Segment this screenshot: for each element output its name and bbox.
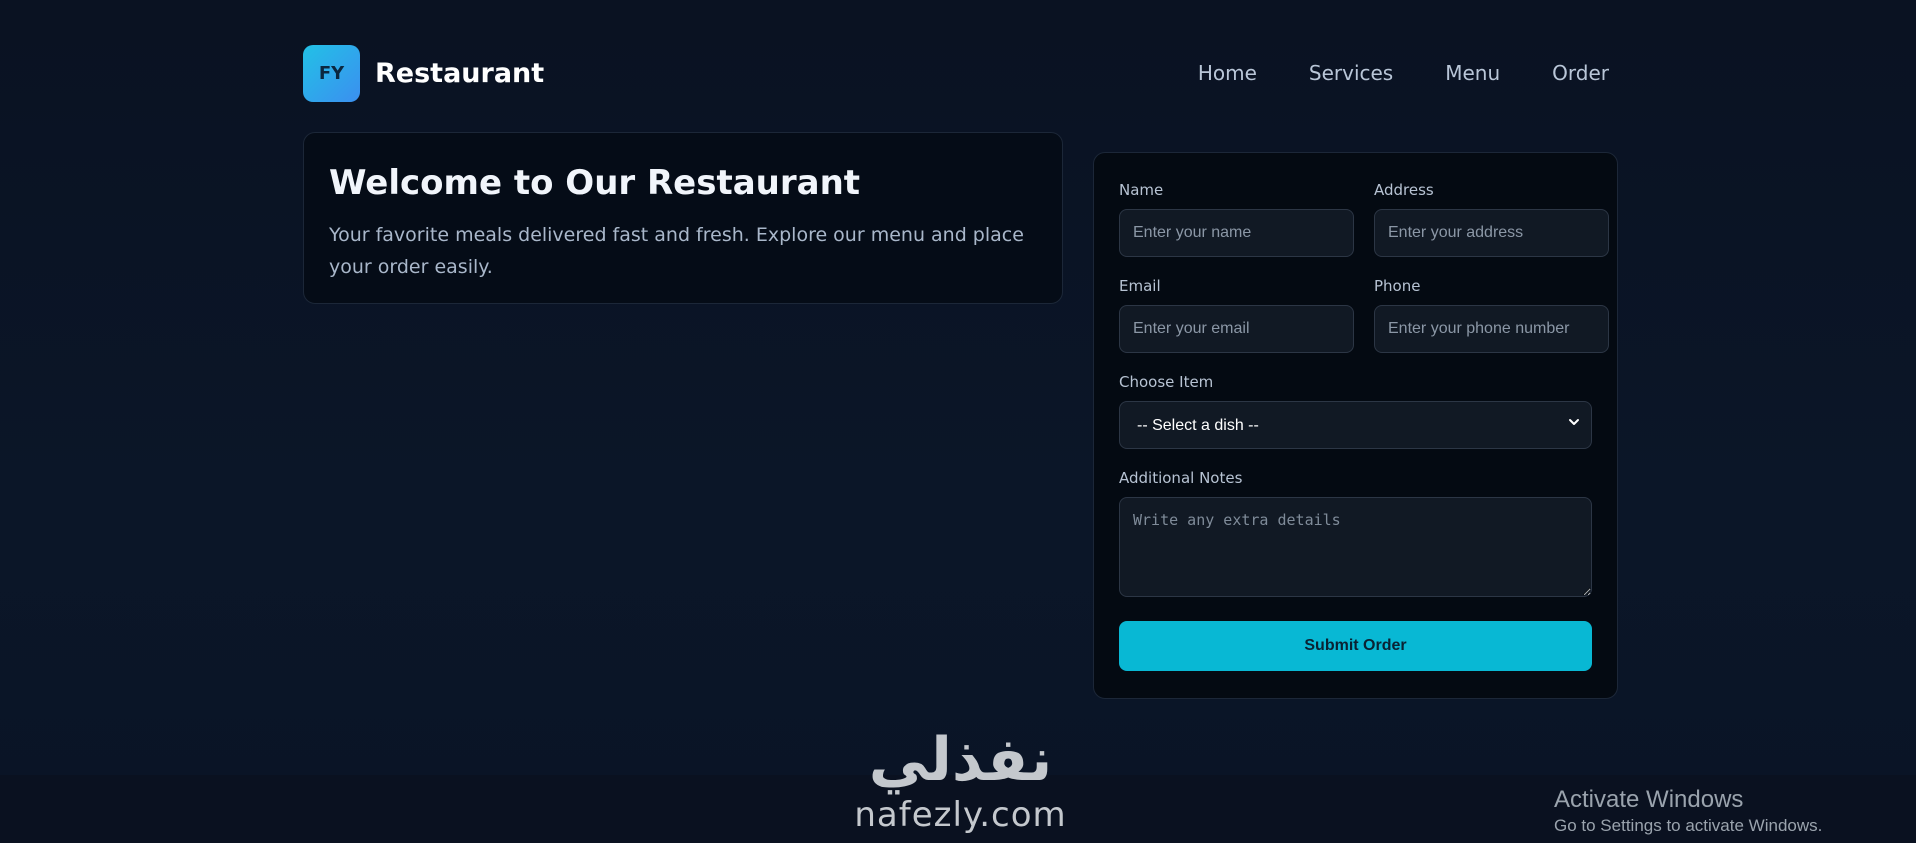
email-input[interactable] — [1119, 305, 1354, 353]
order-form: Name Address Email Phone Choose Item -- … — [1093, 152, 1618, 699]
submit-order-button[interactable]: Submit Order — [1119, 621, 1592, 671]
welcome-text: Your favorite meals delivered fast and f… — [329, 224, 1024, 278]
phone-field-group: Phone — [1374, 277, 1609, 353]
name-input[interactable] — [1119, 209, 1354, 257]
nav-menu-link[interactable]: Menu — [1445, 61, 1500, 85]
email-field-group: Email — [1119, 277, 1354, 353]
brand[interactable]: FY Restaurant — [303, 44, 545, 102]
notes-label: Additional Notes — [1119, 469, 1243, 487]
dish-select[interactable]: -- Select a dish -- — [1119, 401, 1592, 449]
watermark-arabic: نفذلي — [868, 725, 1053, 795]
activate-title: Activate Windows — [1554, 786, 1744, 813]
nafezly-watermark: نفذلي nafezly.com — [848, 725, 1073, 843]
address-label: Address — [1374, 181, 1434, 199]
item-label: Choose Item — [1119, 373, 1214, 391]
nav-services-link[interactable]: Services — [1309, 61, 1393, 85]
welcome-card: Welcome to Our Restaurant Your favorite … — [303, 132, 1063, 304]
site-header: FY Restaurant Home Services Menu Order — [303, 44, 1621, 102]
form-row-email-phone: Email Phone — [1119, 277, 1609, 353]
name-label: Name — [1119, 181, 1164, 199]
address-input[interactable] — [1374, 209, 1609, 257]
windows-activation-notice: Activate Windows Go to Settings to activ… — [1554, 785, 1822, 837]
nav-order-link[interactable]: Order — [1552, 61, 1609, 85]
name-field-group: Name — [1119, 181, 1354, 257]
item-field-group: Choose Item -- Select a dish -- — [1119, 373, 1592, 449]
phone-input[interactable] — [1374, 305, 1609, 353]
item-select-wrapper: -- Select a dish -- — [1119, 401, 1592, 449]
main-nav: Home Services Menu Order — [1198, 61, 1621, 85]
notes-field-group: Additional Notes — [1119, 469, 1592, 597]
phone-label: Phone — [1374, 277, 1421, 295]
activate-subtitle: Go to Settings to activate Windows. — [1554, 816, 1823, 835]
form-row-name-address: Name Address — [1119, 181, 1609, 257]
watermark-latin: nafezly.com — [854, 795, 1067, 835]
logo-badge: FY — [303, 44, 360, 102]
brand-name: Restaurant — [375, 57, 545, 89]
notes-textarea[interactable] — [1119, 497, 1592, 597]
address-field-group: Address — [1374, 181, 1609, 257]
welcome-title: Welcome to Our Restaurant — [329, 163, 861, 203]
email-label: Email — [1119, 277, 1161, 295]
nav-home-link[interactable]: Home — [1198, 61, 1257, 85]
